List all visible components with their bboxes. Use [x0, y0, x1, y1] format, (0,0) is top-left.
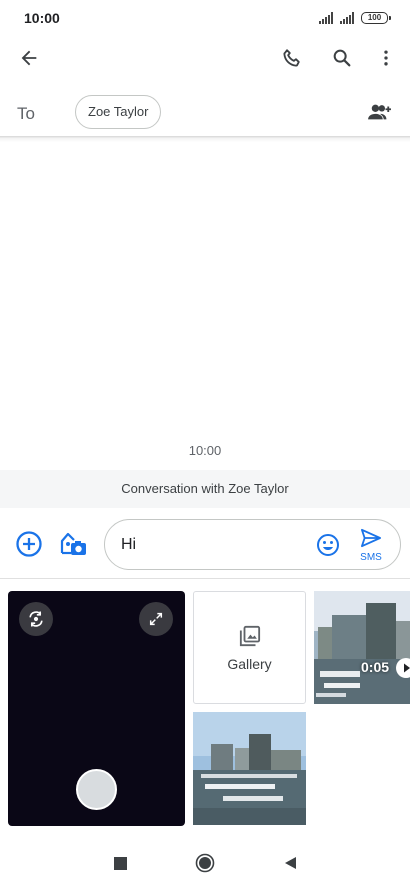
gallery-camera-button[interactable]	[53, 524, 93, 564]
circle-icon	[195, 853, 215, 873]
back-button[interactable]	[9, 38, 49, 78]
message-input-text: Hi	[121, 536, 137, 553]
compose-divider	[0, 578, 410, 579]
add-people-button[interactable]	[360, 92, 400, 132]
status-time: 10:00	[24, 10, 60, 26]
home-button[interactable]	[193, 851, 217, 875]
switch-camera-button[interactable]	[19, 602, 53, 636]
app-bar	[0, 36, 410, 82]
play-icon	[396, 658, 410, 678]
fullscreen-camera-button[interactable]	[139, 602, 173, 636]
triangle-back-icon	[285, 857, 296, 869]
send-sms-button[interactable]: SMS	[356, 528, 386, 563]
harbor-photo-image	[193, 712, 306, 825]
status-bar: 10:00 100	[0, 0, 410, 36]
smiley-icon	[317, 534, 339, 556]
more-vert-icon	[384, 50, 388, 66]
gallery-button[interactable]: Gallery	[193, 591, 306, 704]
recents-button[interactable]	[108, 851, 132, 875]
signal-icon	[319, 12, 337, 24]
video-thumbnail[interactable]: 0:05	[314, 591, 410, 704]
shutter-button[interactable]	[76, 769, 117, 810]
photo-library-icon	[239, 625, 261, 647]
emoji-button[interactable]	[308, 525, 348, 565]
harbor-video-image	[314, 591, 410, 704]
to-label: To	[17, 104, 35, 123]
message-input[interactable]: Hi SMS	[104, 519, 401, 570]
search-icon	[333, 49, 351, 67]
image-camera-icon	[60, 532, 86, 555]
phone-icon	[283, 49, 300, 67]
more-options-button[interactable]	[366, 38, 406, 78]
recipient-row: To Zoe Taylor	[0, 88, 410, 136]
message-timestamp: 10:00	[188, 443, 222, 458]
search-button[interactable]	[322, 38, 362, 78]
media-picker: Gallery 0:05	[0, 580, 410, 838]
attach-button[interactable]	[9, 524, 49, 564]
photo-thumbnail[interactable]	[193, 712, 306, 825]
expand-icon	[149, 612, 163, 626]
plus-circle-icon	[16, 531, 42, 557]
arrow-left-icon	[21, 50, 37, 66]
video-duration: 0:05	[361, 659, 390, 675]
battery-icon: 100	[361, 12, 391, 24]
call-button[interactable]	[272, 38, 312, 78]
recipient-chip[interactable]: Zoe Taylor	[75, 95, 162, 129]
camera-preview[interactable]	[8, 591, 185, 826]
person-add-icon	[368, 104, 391, 120]
navigation-bar	[0, 838, 410, 888]
switch-camera-icon	[29, 611, 43, 627]
compose-bar: Hi SMS	[0, 510, 410, 578]
gallery-label: Gallery	[227, 656, 272, 672]
send-icon	[360, 528, 381, 548]
signal-icon-2	[340, 12, 358, 24]
square-icon	[113, 856, 127, 870]
send-sms-label: SMS	[360, 552, 382, 563]
header-divider	[0, 136, 410, 142]
conversation-banner: Conversation with Zoe Taylor	[0, 470, 410, 508]
back-nav-button[interactable]	[278, 851, 302, 875]
